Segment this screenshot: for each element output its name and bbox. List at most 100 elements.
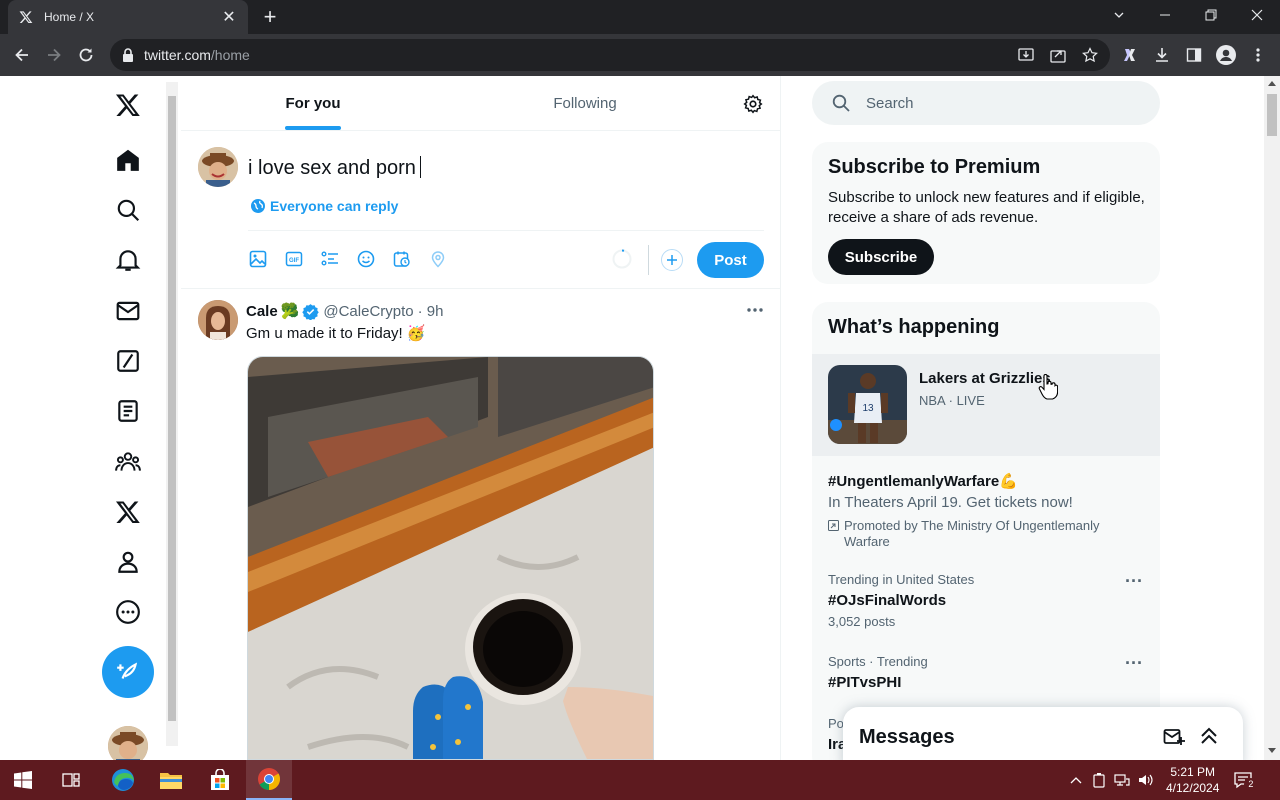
back-icon[interactable] bbox=[10, 43, 34, 67]
trend-name[interactable]: #OJsFinalWords bbox=[828, 592, 946, 609]
browser-menu-icon[interactable] bbox=[1246, 43, 1270, 67]
reply-setting-label: Everyone can reply bbox=[270, 198, 399, 214]
tab-search-icon[interactable] bbox=[1096, 0, 1142, 30]
side-panel-icon[interactable] bbox=[1182, 43, 1206, 67]
subscribe-button[interactable]: Subscribe bbox=[828, 239, 934, 275]
media-image-icon[interactable] bbox=[248, 249, 268, 269]
mouse-pointer-hand-icon bbox=[1038, 374, 1059, 400]
volume-icon[interactable] bbox=[1138, 773, 1154, 787]
tweet-text: Gm u made it to Friday! 🥳 bbox=[246, 325, 426, 342]
notifications-bell-icon[interactable] bbox=[102, 234, 154, 286]
tweet-avatar[interactable] bbox=[198, 300, 238, 340]
file-explorer-icon[interactable] bbox=[148, 760, 194, 800]
reload-icon[interactable] bbox=[74, 43, 98, 67]
profile-person-icon[interactable] bbox=[102, 536, 154, 588]
messages-drawer[interactable]: Messages bbox=[843, 707, 1243, 760]
grok-icon[interactable] bbox=[102, 335, 154, 387]
restore-icon[interactable] bbox=[1188, 0, 1234, 30]
start-windows-icon[interactable] bbox=[0, 760, 46, 800]
home-icon[interactable] bbox=[102, 134, 154, 186]
tweet-image[interactable] bbox=[247, 356, 654, 760]
more-options-icon[interactable] bbox=[102, 586, 154, 638]
edge-browser-icon[interactable] bbox=[100, 760, 146, 800]
notifications-center-icon[interactable]: 2 bbox=[1233, 770, 1258, 791]
battery-icon[interactable] bbox=[1092, 772, 1106, 788]
new-tab-button[interactable]: + bbox=[258, 5, 282, 29]
divider bbox=[181, 288, 781, 289]
home-feed: For you Following i love sex and porn Ev… bbox=[181, 76, 781, 760]
post-button[interactable]: Post bbox=[697, 242, 764, 278]
location-icon[interactable] bbox=[428, 249, 448, 269]
search-input[interactable]: Search bbox=[812, 81, 1160, 125]
new-message-icon[interactable] bbox=[1163, 726, 1185, 748]
search-placeholder: Search bbox=[866, 94, 914, 112]
address-bar[interactable]: twitter.com/home bbox=[110, 39, 1110, 71]
live-event-item[interactable]: 13 Lakers at Grizzlies NBA · LIVE bbox=[812, 354, 1160, 456]
communities-icon[interactable] bbox=[102, 436, 154, 488]
whats-happening-card: What’s happening 13 Lakers at Grizzlies … bbox=[812, 302, 1160, 760]
profile-icon[interactable] bbox=[1214, 43, 1238, 67]
trend-name[interactable]: #PITvsPHI bbox=[828, 674, 901, 691]
trend-more-icon[interactable]: ··· bbox=[1122, 572, 1146, 592]
emoji-icon[interactable] bbox=[356, 249, 376, 269]
composer-input[interactable]: i love sex and porn bbox=[248, 156, 421, 180]
reply-setting-button[interactable]: Everyone can reply bbox=[251, 198, 398, 214]
trend-post-count: 3,052 posts bbox=[828, 614, 896, 629]
tweet-author-handle[interactable]: @CaleCrypto bbox=[323, 303, 413, 320]
show-hidden-icons-icon[interactable] bbox=[1070, 775, 1082, 785]
promoted-tag[interactable]: #UngentlemanlyWarfare💪 bbox=[828, 472, 1018, 490]
share-icon[interactable] bbox=[1046, 43, 1070, 67]
bookmark-star-icon[interactable] bbox=[1078, 43, 1102, 67]
close-window-icon[interactable] bbox=[1234, 0, 1280, 30]
premium-body: Subscribe to unlock new features and if … bbox=[828, 189, 1145, 226]
tweet-time[interactable]: · 9h bbox=[418, 303, 444, 320]
clock[interactable]: 5:21 PM 4/12/2024 bbox=[1166, 764, 1219, 796]
verified-badge-icon bbox=[302, 303, 320, 320]
tab-title: Home / X bbox=[44, 10, 95, 24]
globe-icon bbox=[251, 199, 265, 213]
browser-tab[interactable]: Home / X ✕ bbox=[8, 0, 248, 34]
explore-search-icon[interactable] bbox=[102, 184, 154, 236]
tab-following[interactable]: Following bbox=[453, 76, 717, 130]
extension-icon[interactable] bbox=[1118, 43, 1142, 67]
minimize-icon[interactable] bbox=[1142, 0, 1188, 30]
task-view-icon[interactable] bbox=[48, 760, 94, 800]
forward-icon[interactable] bbox=[42, 43, 66, 67]
schedule-icon[interactable] bbox=[392, 249, 412, 269]
promoted-by[interactable]: Promoted by The Ministry Of Ungentlemanl… bbox=[828, 518, 1128, 550]
text-caret bbox=[419, 156, 421, 178]
expand-chevrons-up-icon[interactable] bbox=[1199, 726, 1219, 746]
messages-mail-icon[interactable] bbox=[102, 285, 154, 337]
gif-icon[interactable]: GIF bbox=[284, 249, 304, 269]
microsoft-store-icon[interactable] bbox=[197, 760, 243, 800]
divider bbox=[648, 245, 649, 275]
divider bbox=[248, 230, 764, 231]
compose-post-button[interactable] bbox=[102, 646, 154, 698]
page-scrollbar[interactable] bbox=[1264, 76, 1280, 760]
left-scrollbar[interactable] bbox=[166, 82, 178, 746]
premium-x-icon[interactable] bbox=[102, 486, 154, 538]
browser-tab-strip: Home / X ✕ + bbox=[0, 0, 1280, 34]
tab-for-you[interactable]: For you bbox=[181, 76, 445, 130]
whats-happening-title: What’s happening bbox=[828, 316, 1000, 338]
chrome-taskbar-icon[interactable] bbox=[246, 760, 292, 800]
account-avatar[interactable] bbox=[108, 726, 148, 760]
system-tray: 5:21 PM 4/12/2024 2 bbox=[1070, 760, 1258, 800]
tweet-author-name[interactable]: Cale bbox=[246, 303, 278, 320]
close-tab-icon[interactable]: ✕ bbox=[220, 7, 238, 27]
x-logo-icon bbox=[18, 9, 34, 25]
poll-icon[interactable] bbox=[320, 249, 340, 269]
timeline-settings-gear-icon[interactable] bbox=[743, 94, 763, 114]
downloads-icon[interactable] bbox=[1150, 43, 1174, 67]
x-home-logo-icon[interactable] bbox=[102, 79, 154, 131]
lists-icon[interactable] bbox=[102, 385, 154, 437]
tweet-more-icon[interactable] bbox=[745, 302, 765, 318]
composer-avatar[interactable] bbox=[198, 147, 238, 187]
clock-time: 5:21 PM bbox=[1170, 765, 1216, 779]
url-domain: twitter.com bbox=[144, 47, 211, 63]
network-icon[interactable] bbox=[1114, 773, 1130, 787]
trend-more-icon[interactable]: ··· bbox=[1122, 654, 1146, 674]
svg-text:13: 13 bbox=[862, 403, 874, 414]
install-app-icon[interactable] bbox=[1014, 43, 1038, 67]
add-post-plus-icon[interactable] bbox=[661, 249, 683, 271]
